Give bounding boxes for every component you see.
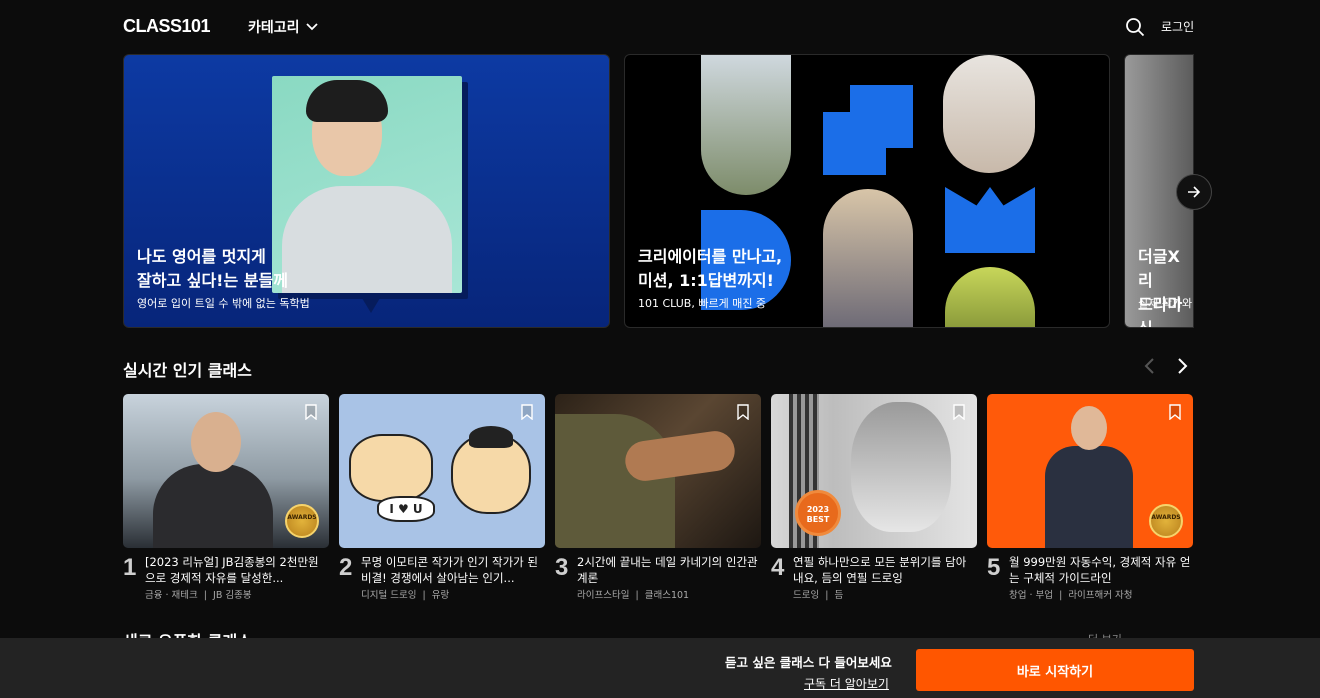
instructor-face — [191, 412, 241, 472]
instructor-figure — [153, 464, 273, 548]
class-category: 디지털 드로잉 — [361, 590, 417, 601]
instructor-suit — [1045, 446, 1133, 548]
banner-next-button[interactable] — [1176, 174, 1212, 210]
class-creator: 듬 — [834, 590, 844, 601]
class-creator: JB 김종봉 — [213, 590, 252, 601]
rank-number: 2 — [339, 554, 353, 581]
class-thumbnail[interactable] — [555, 394, 761, 548]
class-creator: 유랑 — [431, 590, 450, 601]
rank-number: 5 — [987, 554, 1001, 581]
person-hair — [306, 80, 388, 122]
class-thumbnail[interactable]: AWARDS — [987, 394, 1193, 548]
class-thumbnail[interactable]: I ♥ U — [339, 394, 545, 548]
class-title[interactable]: 무명 이모티콘 작가가 인기 작가가 된 비결! 경쟁에서 살아남는 인기... — [361, 554, 543, 586]
class-card[interactable]: AWARDS 5 월 999만원 자동수익, 경제적 자유 얻는 구체적 가이드… — [987, 394, 1193, 601]
banner-title: 나도 영어를 멋지게 잘하고 싶다!는 분들께 — [137, 247, 288, 290]
class-creator: 라이프해커 자청 — [1068, 590, 1133, 601]
shoulder-figure — [555, 414, 675, 548]
i-love-u-sign: I ♥ U — [377, 496, 435, 522]
class-thumbnail[interactable]: 2023 BEST — [771, 394, 977, 548]
class-category: 라이프스타일 — [577, 590, 630, 601]
class-card[interactable]: I ♥ U 2 무명 이모티콘 작가가 인기 작가가 된 비결! 경쟁에서 살아… — [339, 394, 545, 601]
category-menu[interactable]: 카테고리 — [248, 17, 318, 37]
search-icon[interactable] — [1125, 17, 1145, 37]
meeting-photo — [945, 267, 1035, 327]
rank-number: 4 — [771, 554, 785, 581]
banner-subtitle: 영어로 입이 트일 수 밖에 없는 독학법 — [137, 297, 310, 310]
bookmark-icon[interactable] — [305, 404, 317, 420]
start-now-button[interactable]: 바로 시작하기 — [916, 649, 1194, 691]
rank-number: 1 — [123, 554, 137, 581]
banner-title: 크리에이터를 만나고, 미션, 1:1답변까지! — [638, 247, 783, 290]
subscription-learn-more-link[interactable]: 구독 더 알아보기 — [804, 675, 889, 692]
class-title[interactable]: 2시간에 끝내는 데일 카네기의 인간관계론 — [577, 554, 759, 586]
class-title[interactable]: 연필 하나만으로 모든 분위기를 담아내요, 듬의 연필 드로잉 — [793, 554, 975, 586]
class-meta: 금융 · 재테크 | JB 김종봉 — [145, 590, 252, 601]
pixel-shape — [823, 85, 913, 175]
chevron-down-icon — [305, 23, 318, 31]
emoticon-bear-left — [349, 434, 433, 502]
speech-bubble-tail — [359, 293, 383, 313]
class-category: 드로잉 — [793, 590, 820, 601]
top-header: CLASS101 카테고리 로그인 — [0, 0, 1320, 54]
chevron-right-icon — [1178, 358, 1188, 374]
login-link[interactable]: 로그인 — [1161, 18, 1194, 35]
sketch-face — [851, 402, 951, 532]
banner-title: 더글X리 드라마 싱 — [1138, 247, 1183, 327]
banner-101club[interactable]: 크리에이터를 만나고, 미션, 1:1답변까지! 101 CLUB, 빠르게 매… — [624, 54, 1110, 328]
banner-english[interactable]: 나도 영어를 멋지게 잘하고 싶다!는 분들께 영어로 입이 트일 수 밖에 없… — [123, 54, 610, 328]
class-thumbnail[interactable]: AWARDS — [123, 394, 329, 548]
class-category: 금융 · 재테크 — [145, 590, 198, 601]
class-title[interactable]: [2023 리뉴얼] JB김종봉의 2천만원으로 경제적 자유를 달성한... — [145, 554, 327, 586]
bookmark-icon[interactable] — [953, 404, 965, 420]
class-meta: 디지털 드로잉 | 유랑 — [361, 590, 450, 601]
class-card[interactable]: 2023 BEST 4 연필 하나만으로 모든 분위기를 담아내요, 듬의 연필… — [771, 394, 977, 601]
bookmark-icon[interactable] — [521, 404, 533, 420]
instructor-face — [1071, 406, 1107, 450]
arrow-right-icon — [1188, 186, 1201, 198]
blue-m-shape — [945, 187, 1035, 253]
mountain-photo — [701, 55, 791, 195]
class-meta: 드로잉 | 듬 — [793, 590, 844, 601]
best-badge: 2023 BEST — [795, 490, 841, 536]
banner-subtitle: 실제 작가와 — [1138, 297, 1193, 310]
subscription-prompt: 듣고 싶은 클래스 다 들어보세요 — [725, 655, 892, 670]
carousel-prev-button[interactable] — [1143, 357, 1155, 380]
class-card[interactable]: AWARDS 1 [2023 리뉴얼] JB김종봉의 2천만원으로 경제적 자유… — [123, 394, 329, 601]
category-label: 카테고리 — [248, 20, 300, 36]
class-creator: 클래스101 — [644, 590, 690, 601]
class-title[interactable]: 월 999만원 자동수익, 경제적 자유 얻는 구체적 가이드라인 — [1009, 554, 1191, 586]
class101-logo[interactable]: CLASS101 — [123, 16, 211, 37]
class-meta: 라이프스타일 | 클래스101 — [577, 590, 690, 601]
class-category: 창업 · 부업 — [1009, 590, 1054, 601]
rank-number: 3 — [555, 554, 569, 581]
drawing-photo — [823, 189, 913, 327]
section-title: 실시간 인기 클래스 — [123, 361, 252, 380]
class-card[interactable]: 3 2시간에 끝내는 데일 카네기의 인간관계론 라이프스타일 | 클래스101 — [555, 394, 761, 601]
awards-badge: AWARDS — [285, 504, 319, 538]
awards-badge: AWARDS — [1149, 504, 1183, 538]
banner-photo — [272, 76, 462, 293]
emoticon-hat — [469, 426, 513, 448]
bookmark-icon[interactable] — [1169, 404, 1181, 420]
person-shirt — [282, 186, 452, 293]
woman-photo — [943, 55, 1035, 173]
carousel-next-button[interactable] — [1177, 357, 1189, 380]
bookmark-icon[interactable] — [737, 404, 749, 420]
class-meta: 창업 · 부업 | 라이프해커 자청 — [1009, 590, 1133, 601]
banner-subtitle: 101 CLUB, 빠르게 매진 중 — [638, 297, 767, 310]
chevron-left-icon — [1144, 358, 1154, 374]
